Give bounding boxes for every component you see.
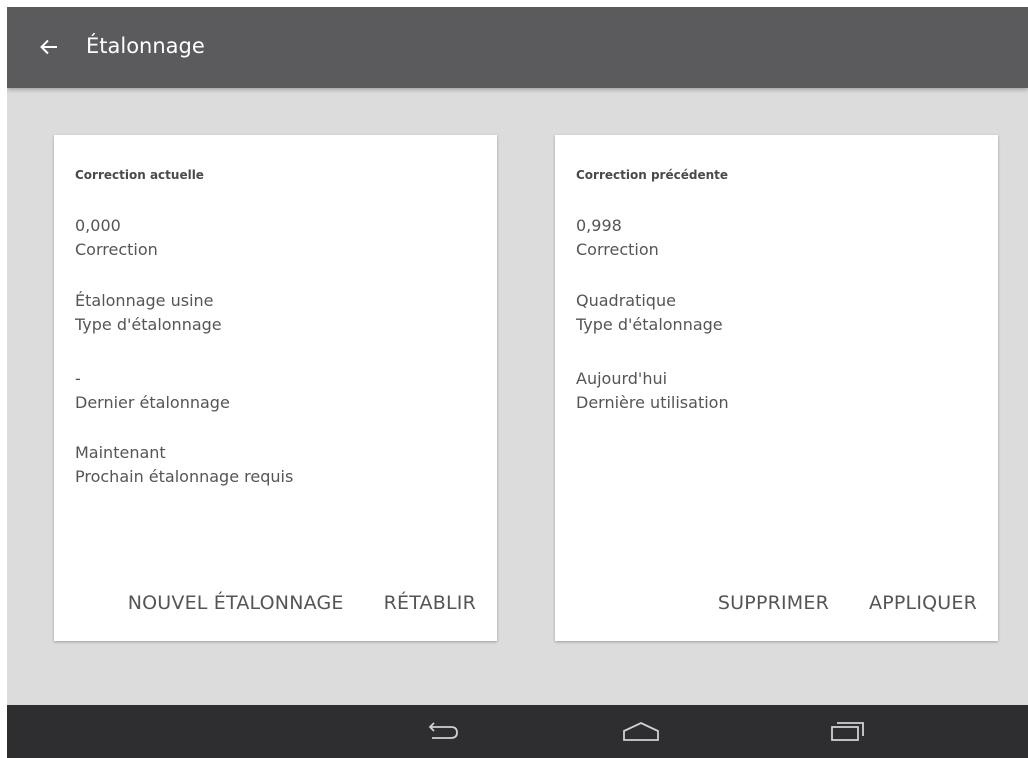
current-correction-card: Correction actuelle 0,000 Correction Éta… bbox=[54, 135, 497, 641]
system-nav-bar bbox=[7, 705, 1028, 758]
field-label: Prochain étalonnage requis bbox=[75, 467, 294, 486]
delete-button[interactable]: SUPPRIMER bbox=[718, 589, 829, 617]
back-button[interactable] bbox=[31, 29, 67, 65]
field-value: Aujourd'hui bbox=[576, 369, 668, 388]
field-value: Maintenant bbox=[75, 443, 166, 462]
field-label: Dernier étalonnage bbox=[75, 393, 230, 412]
field-value: 0,998 bbox=[576, 216, 622, 235]
card-heading: Correction actuelle bbox=[75, 168, 204, 182]
calibration-type-field: Quadratique Type d'étalonnage bbox=[576, 289, 723, 337]
nav-back-button[interactable] bbox=[418, 715, 466, 747]
recent-apps-icon bbox=[831, 722, 864, 741]
app-screen: Étalonnage Correction actuelle 0,000 Cor… bbox=[7, 7, 1028, 758]
card-actions: NOUVEL ÉTALONNAGE RÉTABLIR bbox=[128, 589, 476, 617]
page-title: Étalonnage bbox=[86, 34, 205, 58]
field-label: Correction bbox=[576, 240, 659, 259]
previous-correction-card: Correction précédente 0,998 Correction Q… bbox=[555, 135, 998, 641]
correction-field: 0,000 Correction bbox=[75, 214, 158, 262]
field-value: Quadratique bbox=[576, 291, 676, 310]
field-label: Type d'étalonnage bbox=[75, 315, 222, 334]
calibration-type-field: Étalonnage usine Type d'étalonnage bbox=[75, 289, 222, 337]
field-label: Type d'étalonnage bbox=[576, 315, 723, 334]
next-calibration-field: Maintenant Prochain étalonnage requis bbox=[75, 441, 293, 489]
nav-recents-button[interactable] bbox=[823, 715, 871, 747]
last-calibration-field: - Dernier étalonnage bbox=[75, 367, 230, 415]
apply-button[interactable]: APPLIQUER bbox=[869, 589, 977, 617]
new-calibration-button[interactable]: NOUVEL ÉTALONNAGE bbox=[128, 589, 344, 617]
field-value: 0,000 bbox=[75, 216, 121, 235]
field-label: Correction bbox=[75, 240, 158, 259]
field-value: Étalonnage usine bbox=[75, 291, 214, 310]
nav-home-button[interactable] bbox=[617, 715, 665, 747]
restore-button[interactable]: RÉTABLIR bbox=[384, 589, 476, 617]
app-bar: Étalonnage bbox=[7, 7, 1028, 88]
card-heading: Correction précédente bbox=[576, 168, 728, 182]
field-label: Dernière utilisation bbox=[576, 393, 729, 412]
card-actions: SUPPRIMER APPLIQUER bbox=[718, 589, 977, 617]
arrow-left-icon bbox=[40, 39, 57, 55]
last-used-field: Aujourd'hui Dernière utilisation bbox=[576, 367, 729, 415]
correction-field: 0,998 Correction bbox=[576, 214, 659, 262]
home-icon bbox=[623, 722, 659, 741]
field-value: - bbox=[75, 369, 81, 388]
back-icon bbox=[428, 722, 458, 739]
